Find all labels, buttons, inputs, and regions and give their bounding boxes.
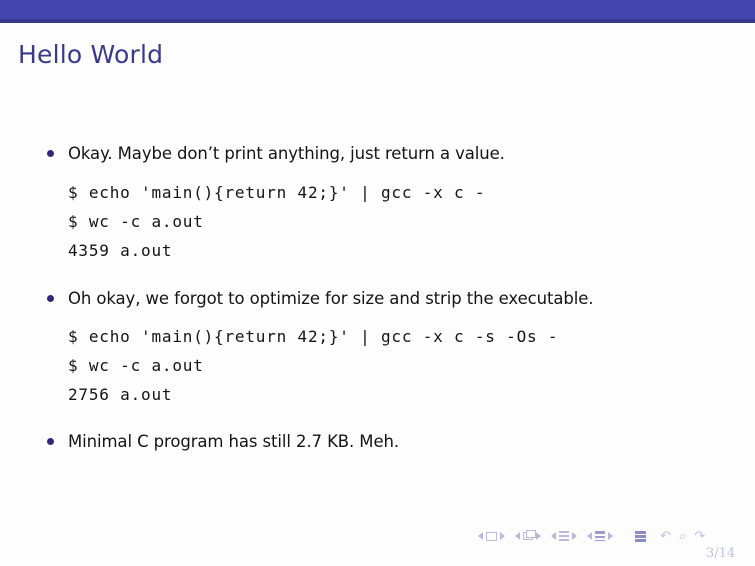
next-section-icon[interactable] (608, 532, 613, 540)
slide-header-bar-shade (0, 19, 755, 23)
next-frame-icon[interactable] (536, 532, 541, 540)
subsection-icon[interactable] (559, 531, 569, 541)
previous-subsection-icon[interactable] (551, 532, 556, 540)
slide-navigation-group[interactable] (478, 531, 505, 541)
code-line: $ echo 'main(){return 42;}' | gcc -x c - (68, 183, 486, 202)
section-icon[interactable] (595, 531, 605, 541)
section-navigation-group[interactable] (587, 531, 613, 541)
document-icon[interactable] (635, 530, 646, 542)
next-slide-icon[interactable] (500, 532, 505, 540)
previous-frame-icon[interactable] (515, 532, 520, 540)
page-number: 3/14 (706, 546, 736, 561)
bullet-point-icon (47, 438, 54, 445)
back-search-forward-icons[interactable]: ↶ ⌕ ↷ (660, 530, 707, 543)
code-line: 4359 a.out (68, 241, 173, 260)
next-subsection-icon[interactable] (572, 532, 577, 540)
code-line: 2756 a.out (68, 385, 173, 404)
subsection-navigation-group[interactable] (551, 531, 577, 541)
frame-icon[interactable] (523, 530, 536, 540)
list-item-label: Oh okay, we forgot to optimize for size … (68, 289, 594, 308)
code-line: $ wc -c a.out (68, 356, 204, 375)
bullet-point-icon (47, 150, 54, 157)
previous-slide-icon[interactable] (478, 532, 483, 540)
frame-navigation-group[interactable] (515, 530, 541, 540)
code-line: $ wc -c a.out (68, 212, 204, 231)
list-item-label: Okay. Maybe don’t print anything, just r… (68, 144, 505, 163)
slide-header-bar (0, 0, 755, 23)
list-item-label: Minimal C program has still 2.7 KB. Meh. (68, 432, 399, 451)
beamer-navigation-symbols[interactable]: ↶ ⌕ ↷ (478, 528, 707, 544)
page-title: Hello World (18, 40, 164, 69)
slide-icon[interactable] (486, 531, 497, 541)
bullet-point-icon (47, 295, 54, 302)
previous-section-icon[interactable] (587, 532, 592, 540)
code-line: $ echo 'main(){return 42;}' | gcc -x c -… (68, 327, 559, 346)
beamer-slide: Hello World Okay. Maybe don’t print anyt… (0, 0, 755, 566)
